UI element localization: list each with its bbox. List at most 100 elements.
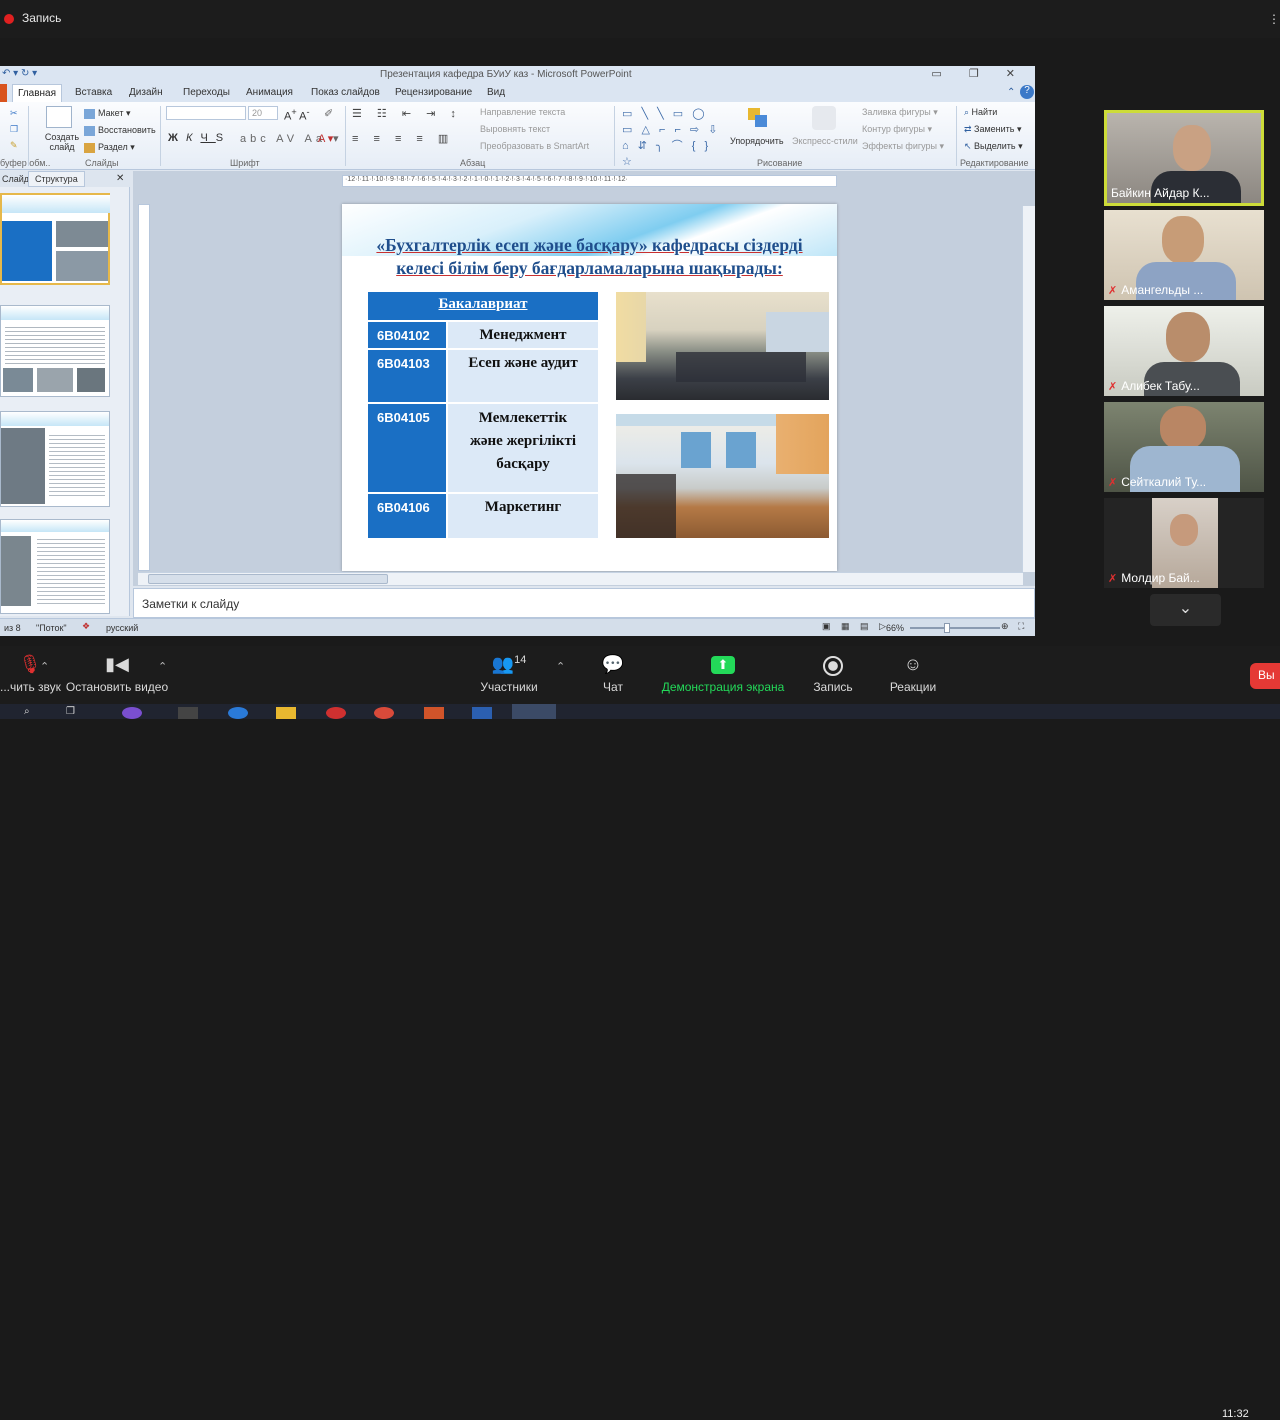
vertical-scrollbar[interactable] [1022, 206, 1035, 572]
scroll-down-chevron-icon[interactable]: ⌄ [1150, 594, 1221, 626]
tab-slideshow[interactable]: Показ слайдов [311, 87, 380, 98]
list-icons[interactable]: ☰ ☷ ⇤ ⇥ ↕ [352, 107, 462, 120]
shapes-gallery[interactable]: ▭ ╲ ╲ ▭ ◯ ▭ △ ⌐ ⌐ ⇨ ⇩ ⌂ ⇵ ╮ ⌒ { } ☆ [622, 106, 722, 168]
stop-video-button[interactable]: ▮◀ Остановить видео [62, 646, 172, 694]
tab-home[interactable]: Главная [12, 84, 62, 102]
window-controls[interactable]: ▭ ❐ ✕ [931, 67, 1027, 80]
tab-review[interactable]: Рецензирование [395, 87, 472, 98]
participants-button[interactable]: 👥14 Участники [470, 646, 548, 694]
zoom-slider-thumb[interactable] [944, 623, 950, 633]
share-screen-button[interactable]: ⬆ Демонстрация экрана [658, 646, 788, 694]
layout-icon [84, 108, 95, 119]
section-button[interactable]: Раздел ▾ [84, 142, 135, 153]
find-button[interactable]: ⌕ Найти [964, 107, 997, 118]
language-indicator[interactable]: русский [106, 623, 138, 633]
slide-thumbnail[interactable] [0, 519, 110, 614]
taskbar-app-icon[interactable] [326, 707, 346, 719]
font-name-input[interactable] [166, 106, 246, 120]
replace-button[interactable]: ⇄ Заменить ▾ [964, 124, 1022, 135]
video-options-chevron-icon[interactable]: ⌃ [158, 660, 167, 673]
audio-options-chevron-icon[interactable]: ⌃ [40, 660, 49, 673]
taskbar-app-icon[interactable] [424, 707, 444, 719]
participant-tile[interactable]: ✗ Сейткалий Ту... [1104, 402, 1264, 492]
align-text-button[interactable]: Выровнять текст [480, 124, 550, 134]
font-grow-shrink-icon[interactable]: A+ A- [284, 107, 310, 123]
drawing-group-label: Рисование [757, 158, 803, 168]
record-label[interactable]: Запись [22, 11, 61, 25]
taskbar-app-icon[interactable] [374, 707, 394, 719]
slide-thumbnail[interactable] [0, 411, 110, 507]
zoom-top-bar: Запись ⋮ [0, 0, 1280, 38]
quick-styles-button[interactable]: Экспресс-стили [792, 136, 858, 146]
select-button[interactable]: ↖ Выделить ▾ [964, 141, 1023, 152]
horizontal-scroll-thumb[interactable] [148, 574, 388, 584]
layout-button[interactable]: Макет ▾ [84, 108, 131, 119]
font-size-input[interactable]: 20 [248, 106, 278, 120]
taskbar-app-icon[interactable] [276, 707, 296, 719]
quick-access-icons[interactable]: ↶ ▾ ↻ ▾ [2, 68, 37, 79]
new-slide-icon[interactable] [46, 106, 72, 128]
ribbon-minimize-icon[interactable]: ⌃ [1007, 87, 1015, 98]
tab-animation[interactable]: Анимация [246, 87, 293, 98]
search-icon[interactable]: ⌕ [24, 706, 30, 717]
tab-transitions[interactable]: Переходы [183, 87, 230, 98]
participant-face [1160, 406, 1206, 450]
taskbar-app-icon[interactable] [122, 707, 142, 719]
participant-tile[interactable]: ✗ Молдир Бай... [1104, 498, 1264, 588]
cut-icon[interactable]: ✂ [10, 108, 18, 119]
copy-icon[interactable]: ❐ [10, 124, 18, 135]
file-tab[interactable] [0, 84, 7, 102]
fit-slide-icon[interactable]: ⛶ [1018, 621, 1024, 632]
participant-tile[interactable]: Байкин Айдар К... [1104, 110, 1264, 206]
clear-format-icon[interactable]: ✐ [324, 107, 333, 120]
zoom-slider[interactable] [910, 627, 1000, 629]
tab-design[interactable]: Дизайн [129, 87, 163, 98]
align-icons[interactable]: ≡ ≡ ≡ ≡ ▥ [352, 132, 454, 145]
help-icon[interactable]: ? [1020, 85, 1034, 99]
shape-effects-button[interactable]: Эффекты фигуры ▾ [862, 141, 944, 152]
participant-tile[interactable]: ✗ Амангельды ... [1104, 210, 1264, 300]
mute-button[interactable]: 🎙 ...чить звук [0, 646, 61, 694]
participants-options-chevron-icon[interactable]: ⌃ [556, 660, 565, 673]
new-slide-button[interactable]: Создать слайд [42, 132, 82, 152]
taskbar-zoom-app[interactable] [512, 704, 556, 719]
format-painter-icon[interactable]: ✎ [10, 140, 18, 151]
taskbar-app-icon[interactable] [472, 707, 492, 719]
close-panel-icon[interactable]: ✕ [116, 173, 124, 184]
task-view-icon[interactable]: ❐ [66, 706, 75, 717]
horizontal-scrollbar[interactable] [138, 572, 1023, 585]
zoom-in-icon[interactable]: ⊕ [1001, 621, 1009, 632]
tab-insert[interactable]: Вставка [75, 87, 112, 98]
slide-title[interactable]: «Бухгалтерлік есеп және басқару» кафедра… [352, 234, 827, 280]
tab-view[interactable]: Вид [487, 87, 505, 98]
table-cell-name: Есеп және аудит [448, 350, 598, 402]
arrange-button[interactable]: Упорядочить [730, 136, 784, 146]
editing-group-label: Редактирование [960, 158, 1029, 168]
font-style-icons[interactable]: ЖКЧS [168, 132, 231, 144]
smartart-button[interactable]: Преобразовать в SmartArt [480, 141, 589, 151]
record-button[interactable]: Запись [808, 646, 858, 694]
vertical-ruler [138, 204, 150, 571]
reset-button[interactable]: Восстановить [84, 125, 156, 136]
notes-pane[interactable]: Заметки к слайду [133, 588, 1035, 618]
zoom-level[interactable]: 66% [886, 623, 904, 633]
reactions-button[interactable]: ☺ Реакции [886, 646, 940, 694]
grid-view-icon[interactable]: ⋮ [1268, 12, 1280, 26]
font-color-icon[interactable]: A ▾ [318, 132, 333, 145]
quick-styles-icon[interactable] [812, 106, 836, 130]
text-direction-button[interactable]: Направление текста [480, 107, 565, 117]
spellcheck-icon[interactable]: ❖ [82, 621, 90, 632]
slide-thumbnail[interactable] [0, 193, 110, 285]
shape-outline-button[interactable]: Контур фигуры ▾ [862, 124, 932, 135]
view-buttons[interactable]: ▣ ▦ ▤ ▷ [822, 621, 890, 632]
participant-tile[interactable]: ✗ Алибек Табу... [1104, 306, 1264, 396]
taskbar-app-icon[interactable] [228, 707, 248, 719]
end-meeting-button[interactable]: Вы [1250, 663, 1280, 689]
taskbar-app-icon[interactable] [178, 707, 198, 719]
shape-fill-button[interactable]: Заливка фигуры ▾ [862, 107, 938, 118]
slide-canvas[interactable]: «Бухгалтерлік есеп және басқару» кафедра… [342, 204, 837, 571]
chat-button[interactable]: 💬 Чат [588, 646, 638, 694]
arrange-icon[interactable] [746, 106, 770, 130]
tab-outline[interactable]: Структура [28, 171, 85, 187]
slide-thumbnail[interactable] [0, 305, 110, 397]
